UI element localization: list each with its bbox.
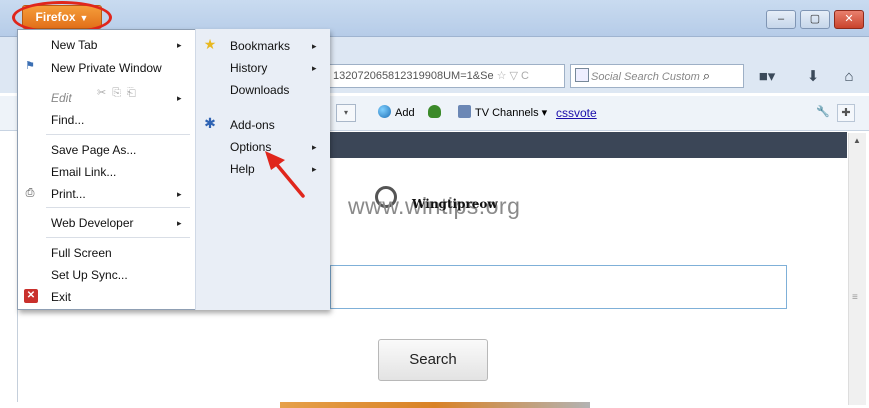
toolbar-dropdown[interactable]: ▾ <box>336 104 356 122</box>
menu-item-downloads[interactable]: Downloads <box>230 82 289 98</box>
bookmark-menu-icon[interactable]: ■▾ <box>752 66 782 88</box>
minimize-button[interactable]: – <box>766 10 796 29</box>
logo-overlay-text: Wingtipreow <box>412 197 498 211</box>
url-actions-icon[interactable]: ☆ ▽ C <box>497 70 529 82</box>
add-label: Add <box>395 107 415 119</box>
downloads-icon[interactable]: ⬇ <box>802 66 824 88</box>
search-icon[interactable]: ⌕ <box>703 68 710 83</box>
url-bar[interactable]: 132072065812319908UM=1&Se ☆ ▽ C <box>328 64 565 88</box>
menu-item-email-link[interactable]: Email Link... <box>51 164 116 180</box>
search-placeholder: Social Search Custom <box>591 71 700 83</box>
menu-item-full-screen[interactable]: Full Screen <box>51 245 112 261</box>
submenu-arrow-icon: ▸ <box>312 41 317 51</box>
menu-item-new-tab[interactable]: New Tab <box>51 37 97 53</box>
home-icon[interactable]: ⌂ <box>838 66 860 88</box>
wrench-icon[interactable]: 🔧 <box>814 104 832 122</box>
url-text: 132072065812319908UM=1&Se <box>333 70 494 82</box>
tv-channels-item[interactable]: TV Channels ▾ <box>458 105 547 121</box>
tv-icon <box>458 105 471 118</box>
menu-item-bookmarks[interactable]: Bookmarks <box>230 38 290 54</box>
menu-separator <box>46 134 190 135</box>
menu-item-web-developer[interactable]: Web Developer <box>51 215 134 231</box>
add-bookmark-item[interactable]: Add <box>378 105 415 121</box>
submenu-arrow-icon: ▸ <box>177 93 182 103</box>
annotation-arrow-icon <box>265 151 305 198</box>
menu-item-new-private-window[interactable]: New Private Window <box>51 60 162 76</box>
addons-puzzle-icon: ✱ <box>204 115 216 131</box>
search-engine-icon[interactable] <box>575 68 589 82</box>
submenu-arrow-icon: ▸ <box>177 189 182 199</box>
submenu-arrow-icon: ▸ <box>177 40 182 50</box>
cssvote-link[interactable]: cssvote <box>556 105 597 121</box>
menu-item-help[interactable]: Help <box>230 161 255 177</box>
vertical-scrollbar[interactable] <box>848 133 866 405</box>
menu-item-find[interactable]: Find... <box>51 112 84 128</box>
scroll-up-icon[interactable]: ▲ <box>853 136 861 145</box>
page-search-input[interactable] <box>330 265 787 309</box>
menu-separator <box>46 237 190 238</box>
maximize-button[interactable]: ▢ <box>800 10 830 29</box>
submenu-arrow-icon: ▸ <box>177 218 182 228</box>
menu-item-edit[interactable]: Edit <box>51 90 72 106</box>
printer-icon: ⎙ <box>25 187 35 199</box>
bottom-banner <box>280 402 590 408</box>
edit-tools-icon: ✂⎘⎗ <box>97 87 142 99</box>
private-window-icon: ⚑ <box>25 60 35 72</box>
menu-item-save-page-as[interactable]: Save Page As... <box>51 142 136 158</box>
menu-item-history[interactable]: History <box>230 60 267 76</box>
tv-channels-label: TV Channels ▾ <box>475 107 548 119</box>
submenu-arrow-icon: ▸ <box>312 63 317 73</box>
menu-item-print[interactable]: Print... <box>51 186 86 202</box>
add-toolbar-icon[interactable]: ✚ <box>837 104 855 122</box>
exit-icon: ✕ <box>24 289 38 303</box>
menu-separator <box>46 207 190 208</box>
tree-icon <box>428 105 441 118</box>
content-header-bar <box>330 132 847 158</box>
globe-icon <box>378 105 391 118</box>
search-button[interactable]: Search <box>378 339 488 381</box>
menu-item-set-up-sync[interactable]: Set Up Sync... <box>51 267 128 283</box>
bookmarks-star-icon: ★ <box>203 36 217 52</box>
scroll-grip-icon[interactable]: ≡ <box>852 292 858 303</box>
close-button[interactable]: ✕ <box>834 10 864 29</box>
search-input[interactable]: Social Search Custom ⌕ <box>570 64 744 88</box>
menu-item-add-ons[interactable]: Add-ons <box>230 117 275 133</box>
tree-bookmark-icon[interactable] <box>428 105 445 121</box>
menu-item-exit[interactable]: Exit <box>51 289 71 305</box>
